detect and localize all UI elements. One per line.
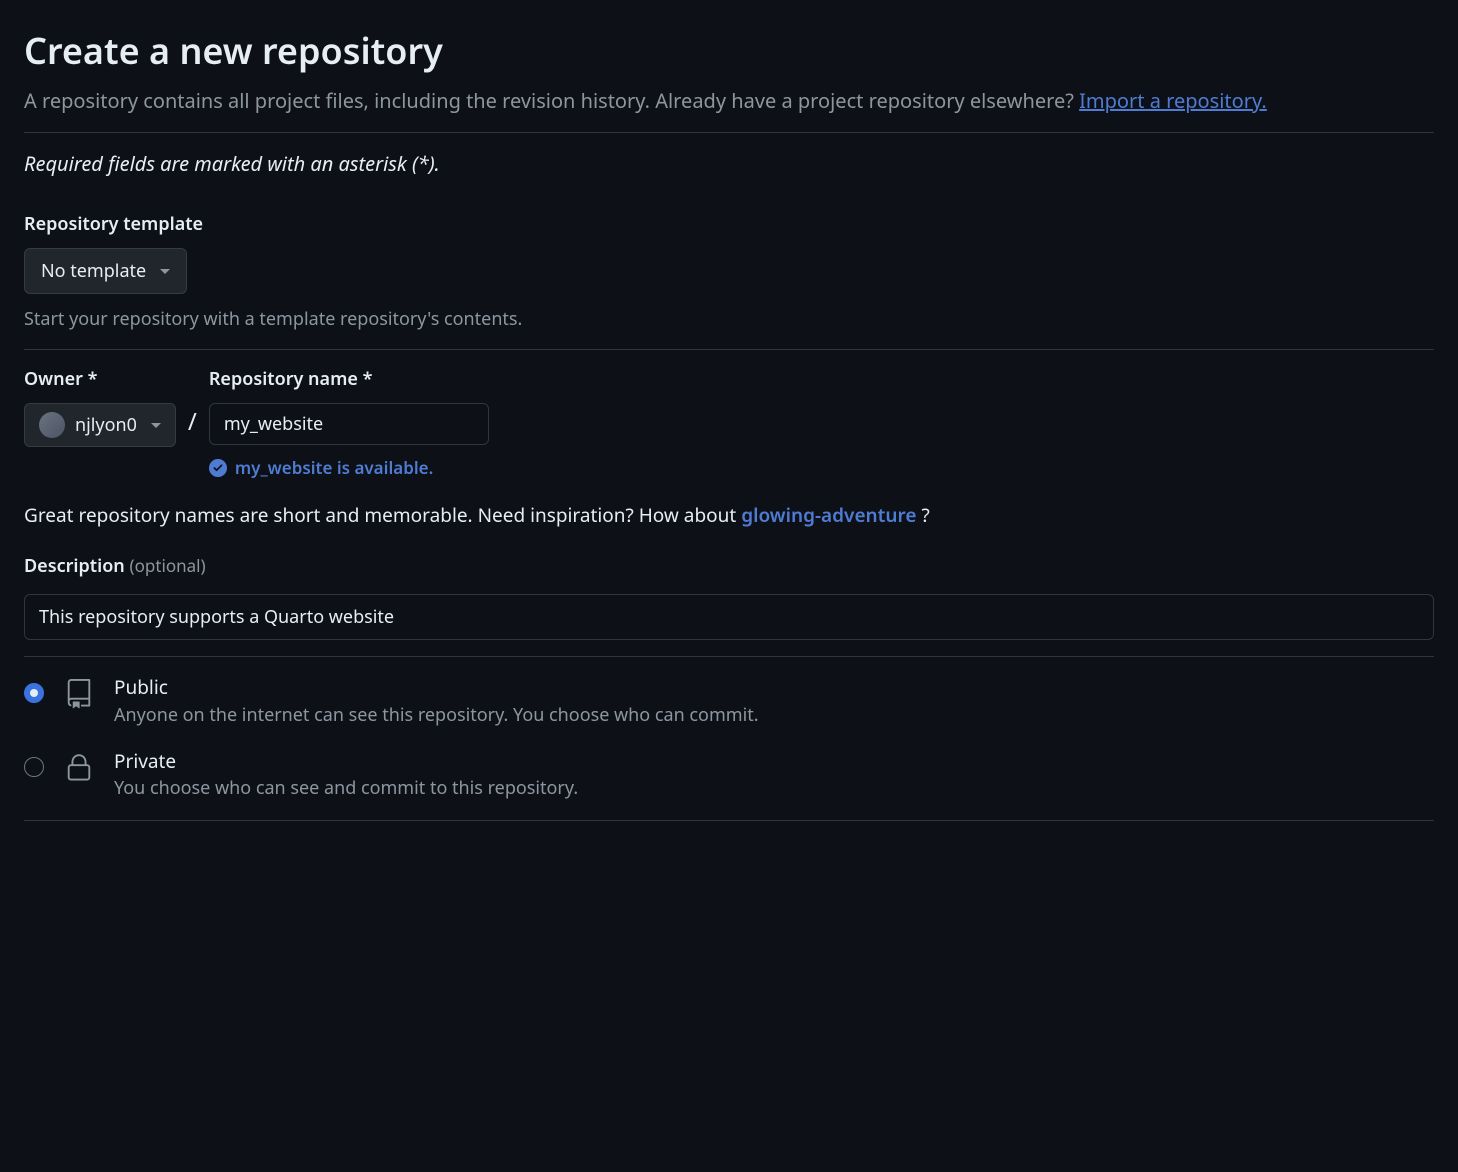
divider — [24, 820, 1434, 821]
availability-text: my_website is available. — [235, 455, 433, 481]
template-label: Repository template — [24, 211, 1434, 238]
inspiration-text: Great repository names are short and mem… — [24, 501, 1434, 530]
divider — [24, 132, 1434, 133]
availability-status: my_website is available. — [209, 455, 489, 481]
check-circle-icon — [209, 459, 227, 477]
owner-dropdown[interactable]: njlyon0 — [24, 403, 176, 447]
public-radio[interactable] — [24, 683, 44, 703]
divider — [24, 349, 1434, 350]
page-title: Create a new repository — [24, 24, 1434, 78]
public-desc: Anyone on the internet can see this repo… — [114, 702, 759, 729]
visibility-public-option[interactable]: Public Anyone on the internet can see th… — [24, 673, 1434, 729]
import-repository-link[interactable]: Import a repository. — [1079, 87, 1267, 114]
divider — [24, 656, 1434, 657]
caret-down-icon — [160, 269, 170, 274]
suggestion-name-link[interactable]: glowing-adventure — [741, 502, 916, 528]
repo-icon — [64, 679, 94, 709]
private-radio[interactable] — [24, 757, 44, 777]
inspiration-suffix: ? — [921, 502, 929, 528]
description-input[interactable] — [24, 594, 1434, 640]
description-label: Description (optional) — [24, 553, 1434, 580]
public-title: Public — [114, 673, 759, 702]
visibility-private-option[interactable]: Private You choose who can see and commi… — [24, 747, 1434, 803]
description-label-text: Description — [24, 554, 125, 578]
private-desc: You choose who can see and commit to thi… — [114, 775, 578, 802]
subtitle-text: A repository contains all project files,… — [24, 87, 1079, 114]
owner-value: njlyon0 — [75, 413, 137, 437]
page-subtitle: A repository contains all project files,… — [24, 86, 1434, 116]
lock-icon — [64, 753, 94, 783]
template-dropdown[interactable]: No template — [24, 248, 187, 294]
template-selected-value: No template — [41, 259, 146, 283]
repo-name-label: Repository name * — [209, 366, 489, 393]
caret-down-icon — [151, 423, 161, 428]
slash-separator: / — [188, 404, 197, 440]
optional-marker: (optional) — [129, 554, 205, 577]
template-helper-text: Start your repository with a template re… — [24, 306, 1434, 333]
owner-label: Owner * — [24, 366, 176, 393]
inspiration-prefix: Great repository names are short and mem… — [24, 502, 741, 528]
private-title: Private — [114, 747, 578, 776]
avatar — [39, 412, 65, 438]
required-fields-note: Required fields are marked with an aster… — [24, 149, 1434, 179]
repo-name-input[interactable] — [209, 403, 489, 445]
